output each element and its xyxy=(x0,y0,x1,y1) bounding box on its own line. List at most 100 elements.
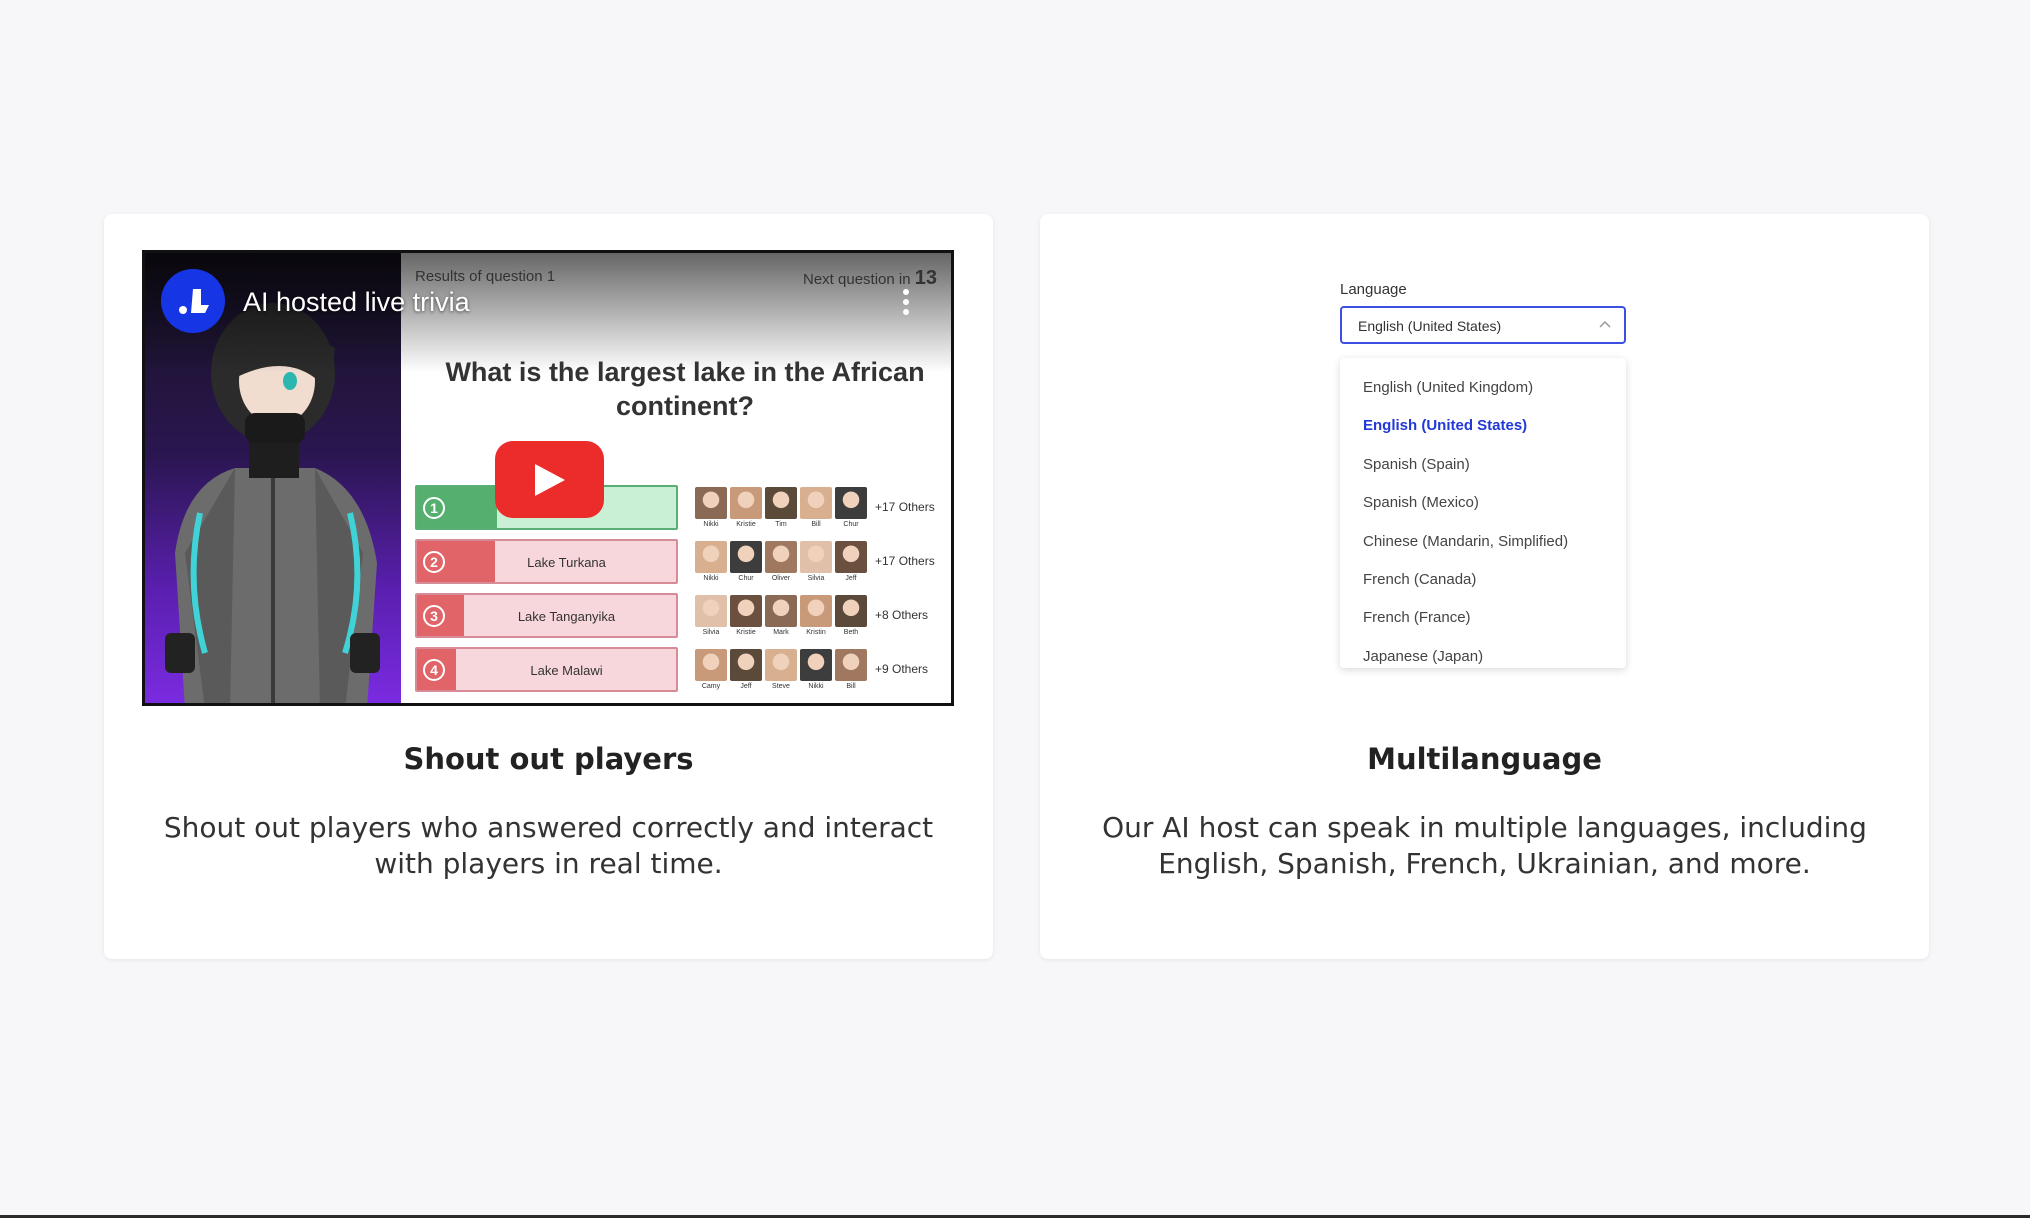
language-select[interactable]: English (United States) xyxy=(1340,306,1626,344)
player-name: Beth xyxy=(843,629,859,636)
language-option[interactable]: French (France) xyxy=(1340,599,1626,637)
player-avatar: Nikki xyxy=(800,649,832,690)
video-player[interactable]: AI hosted live trivia Results of questio… xyxy=(142,250,954,706)
avatar xyxy=(730,541,762,573)
player-name: Nikki xyxy=(703,521,719,528)
answer-label: Lake Turkana xyxy=(527,555,606,570)
player-name: Camy xyxy=(701,683,721,690)
channel-logo[interactable] xyxy=(161,269,225,333)
player-avatars: Camy Jeff Steve Nikki Bill xyxy=(695,649,867,690)
avatar xyxy=(800,487,832,519)
player-name: Jeff xyxy=(740,683,752,690)
language-label: Language xyxy=(1340,281,1407,298)
card-title: Shout out players xyxy=(403,742,694,776)
avatar xyxy=(695,595,727,627)
answer-number: 2 xyxy=(423,551,445,573)
player-name: Tim xyxy=(775,521,787,528)
player-avatar: Camy xyxy=(695,649,727,690)
player-name: Jeff xyxy=(845,575,857,582)
answer-option: 2 Lake Turkana xyxy=(415,539,678,584)
language-option[interactable]: Spanish (Spain) xyxy=(1340,446,1626,484)
chevron-up-icon xyxy=(1599,320,1611,328)
player-avatar: Nikki xyxy=(695,541,727,582)
card-description: Shout out players who answered correctly… xyxy=(163,811,934,880)
player-avatars: Silvia Kristie Mark Kristin Beth xyxy=(695,595,867,636)
card-description: Our AI host can speak in multiple langua… xyxy=(1102,811,1867,880)
player-name: Kristie xyxy=(736,629,756,636)
avatar xyxy=(800,595,832,627)
player-name: Mark xyxy=(773,629,789,636)
player-avatar: Jeff xyxy=(835,541,867,582)
avatar xyxy=(800,649,832,681)
language-option[interactable]: Spanish (Mexico) xyxy=(1340,484,1626,522)
answer-number: 3 xyxy=(423,605,445,627)
language-option[interactable]: Chinese (Mandarin, Simplified) xyxy=(1340,523,1626,561)
player-avatar: Kristie xyxy=(730,487,762,528)
avatar xyxy=(730,649,762,681)
player-avatar: Beth xyxy=(835,595,867,636)
player-avatar: Mark xyxy=(765,595,797,636)
avatar xyxy=(835,541,867,573)
card-shoutout: AI hosted live trivia Results of questio… xyxy=(104,214,993,959)
results-label: Results of question 1 xyxy=(415,268,556,285)
avatar xyxy=(765,487,797,519)
player-name: Nikki xyxy=(703,575,719,582)
language-option[interactable]: English (United Kingdom) xyxy=(1340,369,1626,407)
play-icon xyxy=(534,463,565,496)
player-avatar: Jeff xyxy=(730,649,762,690)
player-avatar: Silvia xyxy=(695,595,727,636)
avatar xyxy=(800,541,832,573)
player-name: Nikki xyxy=(808,683,824,690)
avatar xyxy=(695,487,727,519)
player-name: Kristie xyxy=(736,521,756,528)
next-question-label: Next question in xyxy=(803,271,911,288)
player-avatar: Bill xyxy=(835,649,867,690)
language-option[interactable]: French (Canada) xyxy=(1340,561,1626,599)
player-avatars: Nikki Kristie Tim Bill Chur xyxy=(695,487,867,528)
language-option[interactable]: English (United States) xyxy=(1340,407,1626,445)
others-count: +17 Others xyxy=(875,500,935,514)
player-name: Chur xyxy=(843,521,859,528)
play-button[interactable] xyxy=(495,441,604,518)
player-name: Silvia xyxy=(702,629,720,636)
player-avatar: Chur xyxy=(730,541,762,582)
language-selected-value: English (United States) xyxy=(1358,318,1502,334)
answer-label: Lake Tanganyika xyxy=(517,609,616,624)
answer-option: 3 Lake Tanganyika xyxy=(415,593,678,638)
answer-number: 1 xyxy=(423,497,445,519)
player-name: Chur xyxy=(738,575,754,582)
avatar xyxy=(765,595,797,627)
video-title[interactable]: AI hosted live trivia xyxy=(243,287,470,318)
player-name: Bill xyxy=(811,521,821,528)
player-avatar: Steve xyxy=(765,649,797,690)
avatar xyxy=(835,595,867,627)
avatar xyxy=(730,487,762,519)
more-options-icon[interactable] xyxy=(903,289,911,319)
player-avatar: Silvia xyxy=(800,541,832,582)
avatar xyxy=(835,649,867,681)
answer-number: 4 xyxy=(423,659,445,681)
player-avatar: Kristie xyxy=(730,595,762,636)
player-name: Bill xyxy=(846,683,856,690)
player-avatar: Tim xyxy=(765,487,797,528)
next-question-timer: Next question in 13 xyxy=(803,267,937,290)
others-count: +8 Others xyxy=(875,608,929,622)
player-avatar: Bill xyxy=(800,487,832,528)
player-avatar: Nikki xyxy=(695,487,727,528)
player-name: Oliver xyxy=(771,575,791,582)
avatar xyxy=(835,487,867,519)
avatar xyxy=(695,541,727,573)
player-avatar: Oliver xyxy=(765,541,797,582)
answer-label: Lake Malawi xyxy=(530,663,603,678)
others-count: +17 Others xyxy=(875,554,935,568)
card-title: Multilanguage xyxy=(1367,742,1602,776)
others-count: +9 Others xyxy=(875,662,929,676)
player-avatar: Chur xyxy=(835,487,867,528)
card-multilanguage: Language English (United States) English… xyxy=(1040,214,1929,959)
language-dropdown-menu: English (United Kingdom) English (United … xyxy=(1340,358,1626,668)
player-name: Kristin xyxy=(806,629,826,636)
player-name: Silvia xyxy=(807,575,825,582)
avatar xyxy=(730,595,762,627)
trivia-question: What is the largest lake in the African … xyxy=(445,357,925,421)
language-option[interactable]: Japanese (Japan) xyxy=(1340,638,1626,668)
